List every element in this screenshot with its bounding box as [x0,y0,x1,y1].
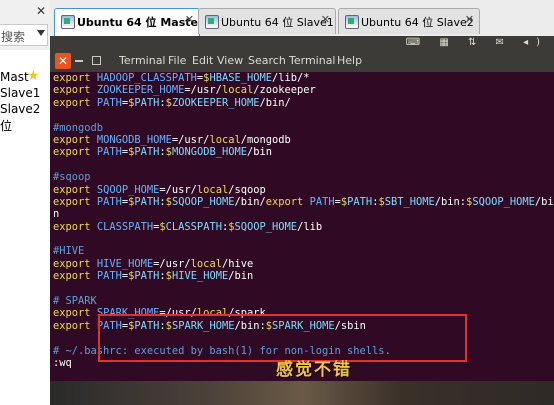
vm-item-slave2[interactable]: Slave2 [0,102,40,116]
tab-label: Ubuntu 64 位 Slave1 [221,16,334,29]
system-tray-icons[interactable]: ⌨ ▦ ⇅ ✉ ◂) [406,37,548,48]
terminal-line: export PATH=$PATH:$HIVE_HOME/bin [53,270,254,283]
terminal-line: export PATH=$PATH:$SQOOP_HOME/bin/export… [53,195,554,208]
tab-slave1[interactable]: Ubuntu 64 位 Slave1 ✕ [198,8,336,34]
terminal-line: # SPARK [53,295,97,308]
close-tab-icon[interactable]: ✕ [321,13,330,26]
vm-library-panel: ✕ 搜索 Mast ★ Slave1 Slave2 位 [0,0,50,405]
minimize-icon[interactable] [75,60,83,62]
library-search-box[interactable]: 搜索 [0,24,48,46]
vm-item-more[interactable]: 位 [0,117,12,134]
menu-terminal[interactable]: Terminal [289,54,336,67]
close-tab-icon[interactable]: ✕ [185,13,194,26]
terminal-line: export HADOOP_CLASSPATH=$HBASE_HOME/lib/… [53,72,310,84]
close-tab-icon[interactable]: ✕ [465,13,474,26]
terminal-menubar: ✕ Terminal File Edit View Search Termina… [50,50,554,72]
menu-file[interactable]: File [168,54,186,67]
vm-icon [61,15,75,29]
favorite-star-icon: ★ [27,68,40,84]
library-header: ✕ 搜索 [0,0,50,50]
menu-help[interactable]: Help [337,54,362,67]
close-library-icon[interactable]: ✕ [36,4,46,18]
terminal-line: export PATH=$PATH:$MONGODB_HOME/bin [53,146,273,159]
menu-view[interactable]: View [217,54,243,67]
terminal-line: export PATH=$PATH:$ZOOKEEPER_HOME/bin/ [53,96,291,109]
maximize-icon[interactable] [92,56,101,65]
vm-item-master[interactable]: Mast [0,70,29,84]
terminal-line: #sqoop [53,171,91,184]
vm-item-slave1[interactable]: Slave1 [0,86,40,100]
vm-icon [205,15,219,29]
vm-icon [345,15,359,29]
video-background [50,381,554,405]
terminal-line: n [53,208,60,221]
tab-master[interactable]: Ubuntu 64 位 Master ✕ [54,8,203,36]
search-dropdown-icon[interactable] [37,30,45,36]
vm-tab-bar: Ubuntu 64 位 Master ✕ Ubuntu 64 位 Slave1 … [50,0,554,37]
ubuntu-top-panel: ⌨ ▦ ⇅ ✉ ◂) [50,36,554,50]
terminal-line: export MONGODB_HOME=/usr/local/mongodb [53,133,291,146]
menu-edit[interactable]: Edit [192,54,213,67]
tab-slave2[interactable]: Ubuntu 64 位 Slave2 ✕ [338,8,480,34]
terminal-line: export HIVE_HOME=/usr/local/hive [53,257,254,270]
terminal-line: export ZOOKEEPER_HOME=/usr/local/zookeep… [53,84,316,97]
menu-search[interactable]: Search [248,54,286,67]
vm-screen[interactable]: ⌨ ▦ ⇅ ✉ ◂) ✕ Terminal File Edit View Sea… [50,36,554,405]
terminal-line: export CLASSPATH=$CLASSPATH:$SQOOP_HOME/… [53,220,323,233]
video-caption: 感觉不错 [276,360,352,380]
search-input[interactable]: 搜索 [1,28,25,45]
terminal-line: #mongodb [53,121,104,134]
tab-label: Ubuntu 64 位 Slave2 [361,16,474,29]
terminal-line: export SQOOP_HOME=/usr/local/sqoop [53,183,266,196]
menu-terminal-title: Terminal [119,54,166,67]
close-window-button[interactable]: ✕ [55,53,71,69]
terminal-line: #HIVE [53,245,85,258]
